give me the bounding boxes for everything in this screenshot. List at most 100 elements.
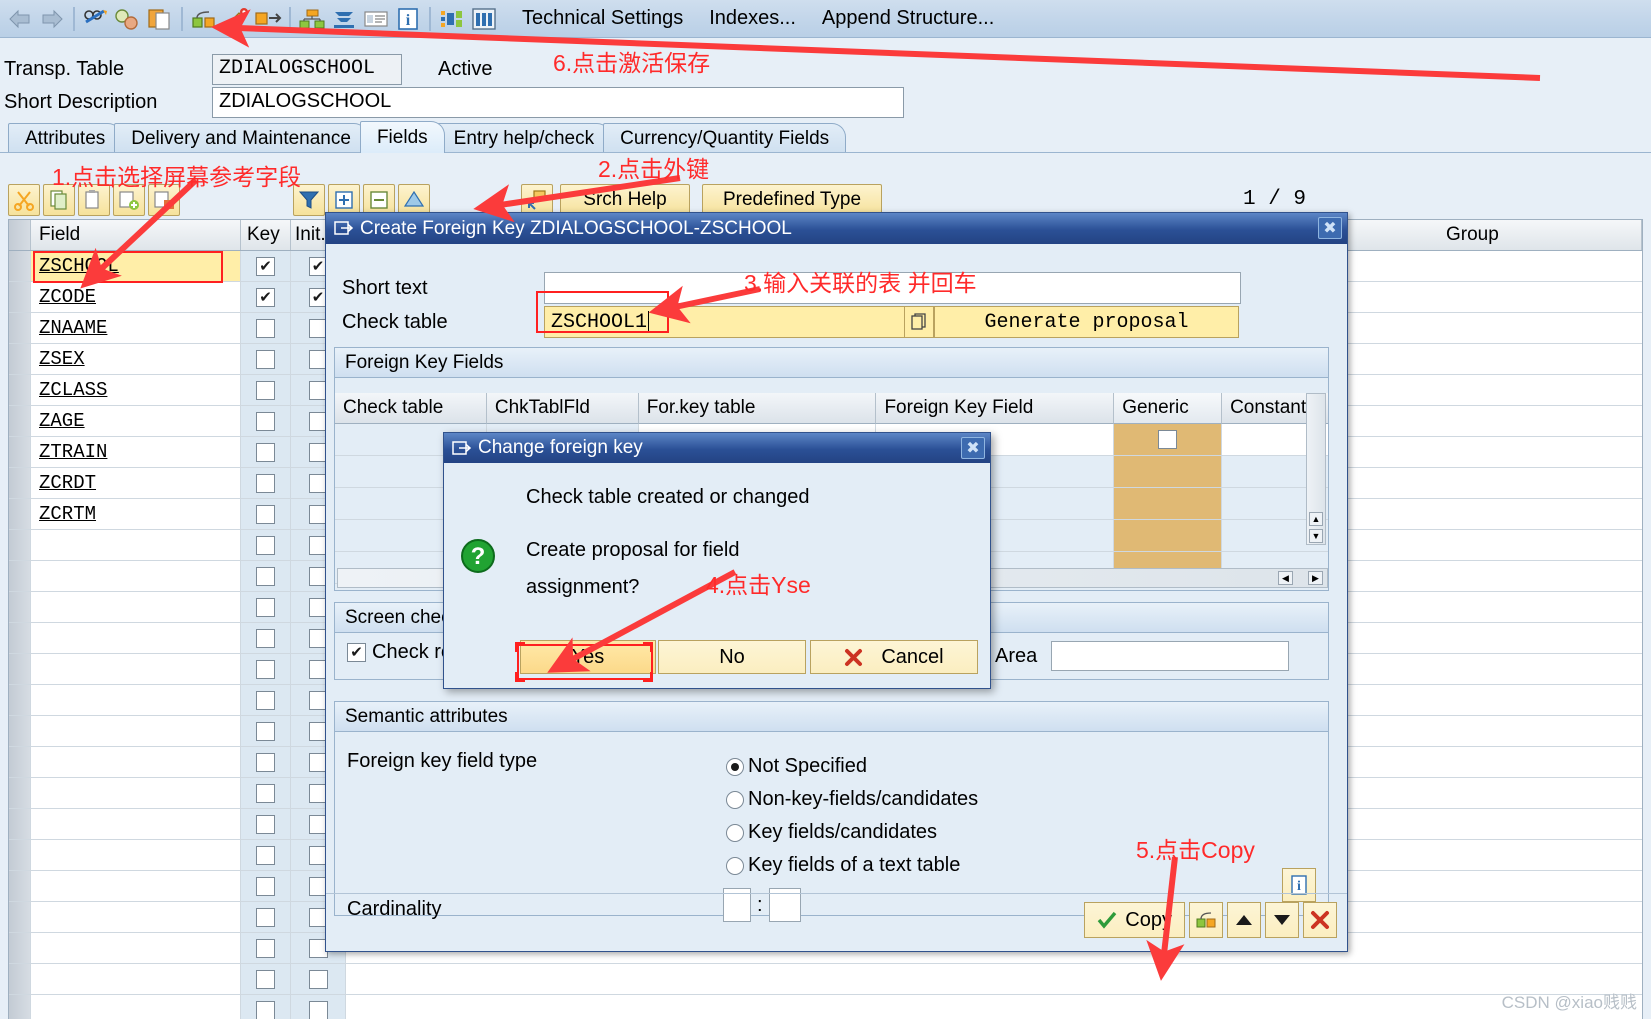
cell-key[interactable] [241, 468, 291, 499]
cell-field[interactable]: ZCRTM [31, 499, 241, 530]
cell-key[interactable] [241, 778, 291, 809]
row-selector[interactable] [9, 561, 31, 592]
cell-key[interactable] [241, 561, 291, 592]
cell-key[interactable] [241, 623, 291, 654]
key-checkbox[interactable] [256, 535, 275, 555]
row-selector[interactable] [9, 437, 31, 468]
cell-key[interactable] [241, 902, 291, 933]
row-selector[interactable] [9, 716, 31, 747]
cell-key[interactable] [241, 406, 291, 437]
row-selector[interactable] [9, 933, 31, 964]
key-checkbox[interactable] [256, 1000, 275, 1019]
info-icon[interactable]: i [393, 4, 423, 34]
cell-field[interactable] [31, 561, 241, 592]
check-other-keys-icon[interactable] [1189, 902, 1223, 938]
cell-key[interactable] [241, 530, 291, 561]
cell-key[interactable] [241, 871, 291, 902]
fk-vertical-scrollbar[interactable]: ▲ ▼ [1306, 393, 1326, 545]
print-preview-icon[interactable] [329, 4, 359, 34]
key-checkbox[interactable] [256, 628, 275, 648]
cell-field[interactable] [31, 685, 241, 716]
forward-arrow-icon[interactable] [37, 4, 67, 34]
key-checkbox[interactable] [256, 473, 275, 493]
cell-init[interactable] [291, 964, 346, 995]
copy-paste-icon[interactable] [145, 4, 175, 34]
transp-table-input[interactable]: ZDIALOGSCHOOL [212, 54, 402, 85]
row-selector[interactable] [9, 468, 31, 499]
key-checkbox[interactable] [256, 845, 275, 865]
cell-field[interactable] [31, 623, 241, 654]
fk-col-chktablfld[interactable]: ChkTablFld [486, 393, 639, 424]
key-checkbox[interactable] [256, 504, 275, 524]
menu-append-structure[interactable]: Append Structure... [818, 5, 998, 32]
close-icon[interactable]: ✖ [961, 437, 985, 459]
row-selector[interactable] [9, 251, 31, 282]
select-all-header[interactable] [9, 220, 31, 250]
cell-field[interactable] [31, 530, 241, 561]
cell-key[interactable] [241, 809, 291, 840]
short-description-input[interactable]: ZDIALOGSCHOOL [212, 87, 904, 118]
key-checkbox[interactable] [256, 876, 275, 896]
previous-arrow-icon[interactable] [1227, 902, 1261, 938]
row-selector[interactable] [9, 406, 31, 437]
row-selector[interactable] [9, 499, 31, 530]
cell-field[interactable]: ZSCHOOL [31, 251, 241, 282]
yes-button[interactable]: Yes [520, 640, 656, 674]
key-checkbox[interactable] [256, 938, 275, 958]
key-checkbox[interactable] [256, 969, 275, 989]
cell-field[interactable] [31, 933, 241, 964]
cell-field[interactable]: ZNAAME [31, 313, 241, 344]
fk-col-for-key-table[interactable]: For.key table [638, 393, 877, 424]
cell-field[interactable]: ZCLASS [31, 375, 241, 406]
check-table-input[interactable]: ZSCHOOL1 [544, 306, 922, 338]
cell-key[interactable] [241, 375, 291, 406]
cancel-x-icon[interactable] [1303, 902, 1337, 938]
column-header-field[interactable]: Field [31, 220, 241, 250]
cell-field[interactable] [31, 840, 241, 871]
cell-field[interactable] [31, 778, 241, 809]
cell-field[interactable] [31, 654, 241, 685]
key-checkbox[interactable] [256, 442, 275, 462]
tab-currency-quantity-fields[interactable]: Currency/Quantity Fields [603, 123, 847, 153]
cut-icon[interactable] [8, 184, 40, 216]
fk-col-generic[interactable]: Generic [1114, 393, 1223, 424]
cell-key[interactable] [241, 437, 291, 468]
cell-field[interactable] [31, 871, 241, 902]
generic-checkbox[interactable] [1158, 430, 1178, 449]
structure-display-icon[interactable] [437, 4, 467, 34]
cell-key[interactable] [241, 344, 291, 375]
check-icon[interactable] [113, 4, 143, 34]
cell-field[interactable]: ZSEX [31, 344, 241, 375]
tab-entry-help-check[interactable]: Entry help/check [436, 123, 612, 153]
menu-indexes[interactable]: Indexes... [705, 5, 800, 32]
table-row[interactable] [8, 964, 1643, 995]
key-checkbox[interactable]: ✔ [256, 287, 275, 307]
tab-delivery-maintenance[interactable]: Delivery and Maintenance [114, 123, 368, 153]
row-selector[interactable] [9, 313, 31, 344]
cell-key[interactable] [241, 685, 291, 716]
no-button[interactable]: No [658, 640, 806, 674]
key-checkbox[interactable] [256, 411, 275, 431]
cell-key[interactable] [241, 964, 291, 995]
fk-col-foreign-key-field[interactable]: Foreign Key Field [876, 393, 1115, 424]
cell-field[interactable]: ZCODE [31, 282, 241, 313]
row-selector[interactable] [9, 778, 31, 809]
fk-cell[interactable] [1114, 488, 1223, 520]
next-arrow-icon[interactable] [1265, 902, 1299, 938]
cell-key[interactable] [241, 592, 291, 623]
wand-activate-icon[interactable] [221, 4, 251, 34]
cell-field[interactable] [31, 809, 241, 840]
key-checkbox[interactable] [256, 907, 275, 927]
radio-option-not-specified[interactable]: Not Specified [726, 750, 978, 783]
cell-field[interactable] [31, 716, 241, 747]
row-selector[interactable] [9, 592, 31, 623]
check-required-checkbox[interactable]: ✔ [347, 643, 366, 662]
row-selector[interactable] [9, 964, 31, 995]
table-row[interactable] [8, 995, 1643, 1019]
cell-field[interactable] [31, 902, 241, 933]
key-checkbox[interactable] [256, 597, 275, 617]
row-selector[interactable] [9, 871, 31, 902]
cell-datatype[interactable] [346, 964, 1642, 995]
fk-cell[interactable] [1114, 424, 1223, 456]
list-icon[interactable] [361, 4, 391, 34]
